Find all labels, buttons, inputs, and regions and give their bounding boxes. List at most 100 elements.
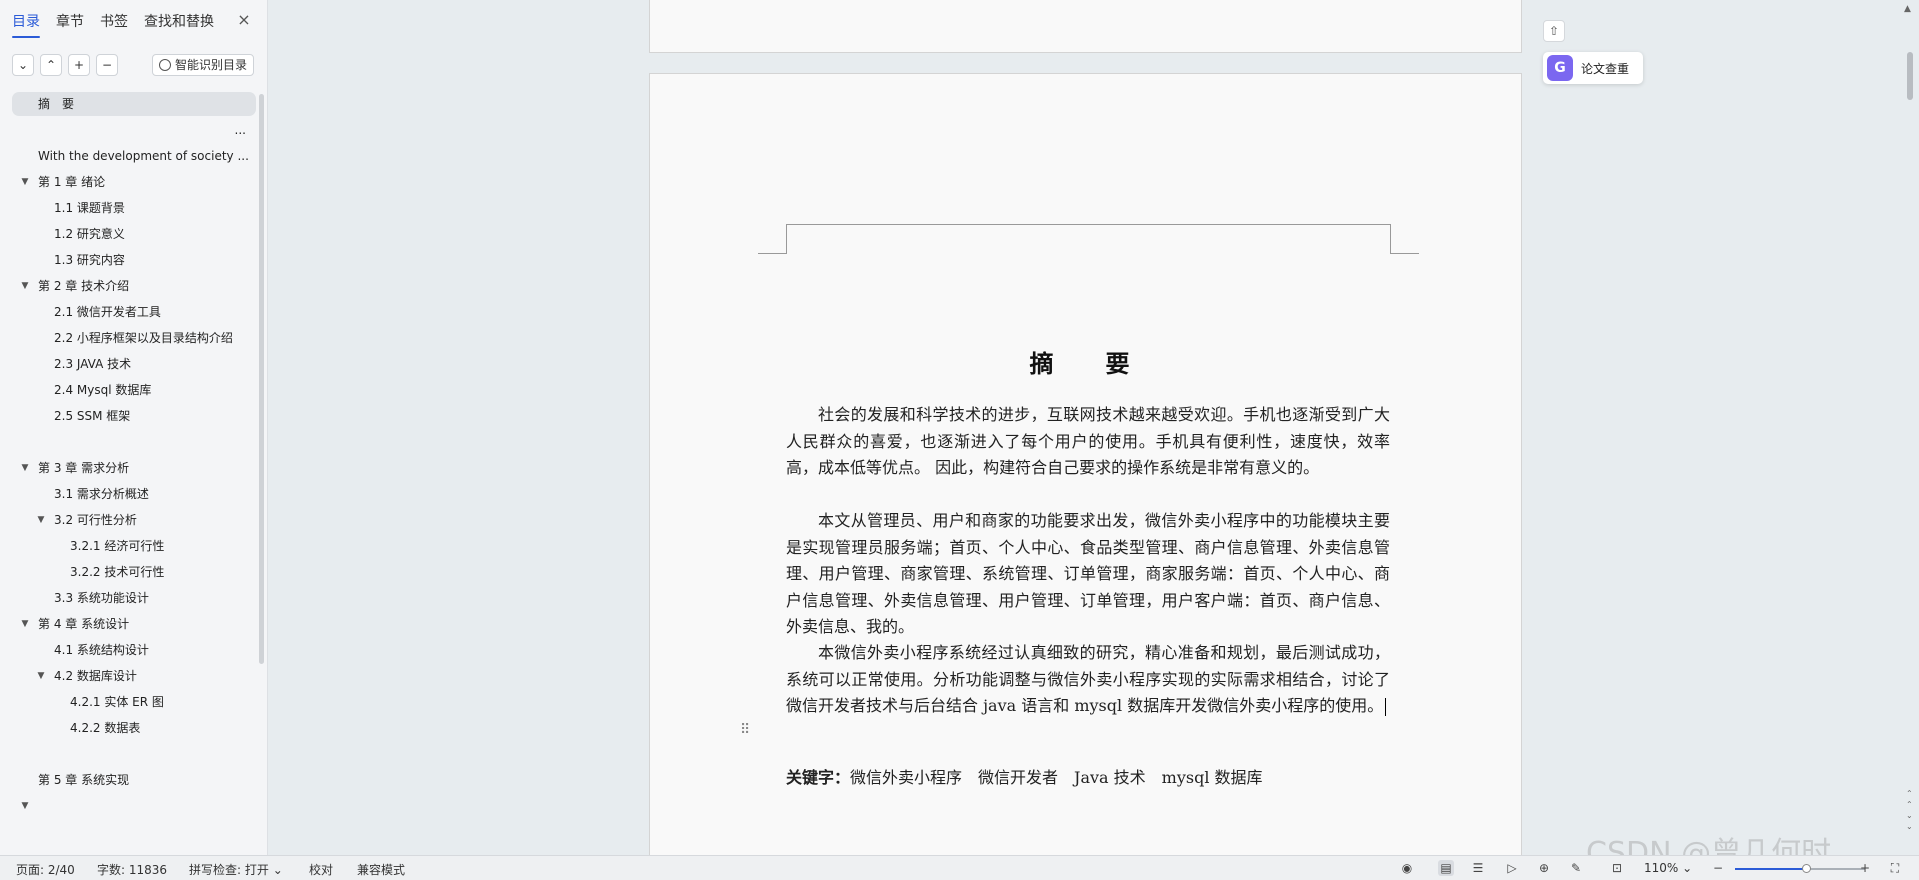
toc-item[interactable]: 2.1 微信开发者工具 — [12, 300, 256, 324]
zoom-level[interactable]: 110% ⌄ — [1644, 861, 1692, 875]
header-line — [786, 224, 1390, 225]
tab-find-replace[interactable]: 查找和替换 — [144, 7, 214, 35]
caret-down-icon[interactable]: ▼ — [36, 508, 46, 532]
toc-item[interactable]: With the development of society ... — [12, 144, 256, 168]
keyword: Java 技术 — [1074, 768, 1146, 787]
outline-view-icon[interactable]: ☰ — [1470, 860, 1486, 876]
scroll-up-icon[interactable]: ▲ — [1904, 4, 1911, 14]
zoom-slider-thumb[interactable] — [1801, 864, 1811, 873]
toc-item[interactable]: ▼ 第 3 章 需求分析 — [12, 456, 256, 480]
caret-down-icon[interactable]: ▼ — [20, 612, 30, 636]
toc-item[interactable]: 1.1 课题背景 — [12, 196, 256, 220]
paper-check-button[interactable]: G 论文查重 — [1543, 52, 1643, 84]
toc-item[interactable]: ▼ 3.2 可行性分析 — [12, 508, 256, 532]
play-icon[interactable]: ▷ — [1504, 860, 1520, 876]
spell-check-toggle[interactable]: 拼写检查: 打开 ⌄ — [189, 861, 283, 878]
zoom-slider[interactable] — [1735, 864, 1865, 873]
page-indicator[interactable]: 页面: 2/40 — [16, 861, 75, 878]
collapse-panel-icon[interactable]: ⇧ — [1543, 20, 1565, 42]
toc-item[interactable]: 1.2 研究意义 — [12, 222, 256, 246]
toc-item[interactable]: ▼ 4.2 数据库设计 — [12, 664, 256, 688]
fullscreen-icon[interactable]: ⛶ — [1887, 860, 1903, 876]
remove-icon[interactable]: − — [96, 54, 118, 76]
toc-item-label: 4.2 数据库设计 — [54, 669, 137, 683]
toc-item-label: With the development of society ... — [38, 149, 249, 163]
chevron-down-icon: ⌄ — [1682, 861, 1693, 875]
page-nav-icons[interactable]: ⌃ ⌃ ⌄ ⌄ — [1906, 788, 1913, 832]
drag-handle-icon[interactable]: ⠿ — [740, 722, 750, 738]
document-title: 摘 要 — [1029, 349, 1144, 378]
toc-item[interactable]: 4.1 系统结构设计 — [12, 638, 256, 662]
eye-icon[interactable]: ◉ — [1399, 860, 1415, 876]
tab-toc[interactable]: 目录 — [12, 7, 40, 38]
word-count[interactable]: 字数: 11836 — [97, 861, 167, 878]
smart-recognize-icon — [159, 59, 171, 71]
keyword: 微信外卖小程序 — [850, 768, 963, 787]
toc-item[interactable]: 2.3 JAVA 技术 — [12, 352, 256, 376]
toc-item[interactable]: ... — [12, 118, 256, 142]
caret-down-icon[interactable]: ▼ — [20, 274, 30, 298]
nav-scrollbar[interactable] — [259, 94, 264, 664]
keywords-label: 关键字： — [786, 768, 851, 787]
close-icon[interactable]: × — [236, 12, 252, 28]
zoom-in-icon[interactable]: + — [1857, 860, 1873, 876]
nav-tabs: 目录 章节 书签 查找和替换 — [0, 0, 267, 42]
toc-toolbar: ⌄ ⌃ + − 智能识别目录 — [12, 54, 256, 78]
smart-toc-button[interactable]: 智能识别目录 — [152, 54, 255, 76]
toc-item[interactable]: 2.4 Mysql 数据库 — [12, 378, 256, 402]
web-view-icon[interactable]: ⊕ — [1536, 860, 1552, 876]
document-page[interactable]: 摘 要 社会的发展和科学技术的进步，互联网技术越来越受欢迎。手机也逐渐受到广大人… — [649, 73, 1522, 873]
crop-mark — [1390, 253, 1419, 254]
toc-item[interactable]: 1.3 研究内容 — [12, 248, 256, 272]
pen-icon[interactable]: ✎ — [1568, 860, 1584, 876]
toc-item-label: 3.2 可行性分析 — [54, 513, 137, 527]
toc-item[interactable]: 4.2.2 数据表 — [12, 716, 256, 740]
toc-item[interactable] — [12, 742, 256, 766]
tab-chapters[interactable]: 章节 — [56, 7, 84, 35]
toc-item-label: 2.1 微信开发者工具 — [54, 305, 161, 319]
toc-item-label: 第 2 章 技术介绍 — [38, 279, 130, 293]
toc-item-label: 3.3 系统功能设计 — [54, 591, 149, 605]
crop-mark — [786, 224, 787, 253]
paper-check-icon: G — [1547, 55, 1573, 81]
toc-item[interactable]: 2.2 小程序框架以及目录结构介绍 — [12, 326, 256, 350]
toc-item[interactable]: ▼ 第 1 章 绪论 — [12, 170, 256, 194]
caret-down-icon[interactable]: ▼ — [20, 170, 30, 194]
previous-page — [649, 0, 1522, 53]
status-bar: 页面: 2/40 字数: 11836 拼写检查: 打开 ⌄ 校对 兼容模式 ◉ … — [0, 855, 1919, 880]
keywords-line: 关键字：微信外卖小程序 微信开发者 Java 技术 mysql 数据库 — [786, 764, 1279, 788]
toc-item[interactable]: 第 5 章 系统实现 — [12, 768, 256, 792]
toc-item[interactable] — [12, 430, 256, 454]
toc-item-label: 第 3 章 需求分析 — [38, 461, 130, 475]
caret-down-icon[interactable]: ▼ — [20, 456, 30, 480]
page-view-icon[interactable]: ▤ — [1438, 860, 1454, 876]
caret-down-icon[interactable]: ▼ — [20, 794, 30, 818]
smart-toc-label: 智能识别目录 — [175, 58, 248, 72]
chevron-down-icon[interactable]: ⌄ — [12, 54, 34, 76]
toc-item-label: 摘 要 — [38, 97, 75, 111]
zoom-out-icon[interactable]: − — [1710, 860, 1726, 876]
proofread-button[interactable]: 校对 — [309, 861, 333, 878]
keyword: mysql 数据库 — [1161, 768, 1263, 787]
toc-item[interactable]: 3.2.2 技术可行性 — [12, 560, 256, 584]
fit-page-icon[interactable]: ⊡ — [1609, 860, 1625, 876]
toc-item[interactable]: 摘 要 — [12, 92, 256, 116]
text-cursor — [1385, 697, 1387, 716]
tab-bookmarks[interactable]: 书签 — [100, 7, 128, 35]
document-scrollbar[interactable] — [1907, 52, 1913, 100]
toc-item-label: 4.1 系统结构设计 — [54, 643, 149, 657]
toc-item[interactable]: ▼ 第 2 章 技术介绍 — [12, 274, 256, 298]
toc-item[interactable]: ▼ — [12, 794, 256, 818]
chevron-up-icon[interactable]: ⌃ — [40, 54, 62, 76]
caret-down-icon[interactable]: ▼ — [36, 664, 46, 688]
toc-item[interactable]: 4.2.1 实体 ER 图 — [12, 690, 256, 714]
toc-item[interactable]: 2.5 SSM 框架 — [12, 404, 256, 428]
paragraph-3-text: 本微信外卖小程序系统经过认真细致的研究，精心准备和规划，最后测试成功，系统可以正… — [786, 643, 1390, 715]
toc-item-label: 1.2 研究意义 — [54, 227, 125, 241]
add-icon[interactable]: + — [68, 54, 90, 76]
paper-check-label: 论文查重 — [1581, 61, 1630, 76]
toc-item[interactable]: 3.1 需求分析概述 — [12, 482, 256, 506]
toc-item[interactable]: 3.3 系统功能设计 — [12, 586, 256, 610]
toc-item[interactable]: ▼ 第 4 章 系统设计 — [12, 612, 256, 636]
toc-item[interactable]: 3.2.1 经济可行性 — [12, 534, 256, 558]
